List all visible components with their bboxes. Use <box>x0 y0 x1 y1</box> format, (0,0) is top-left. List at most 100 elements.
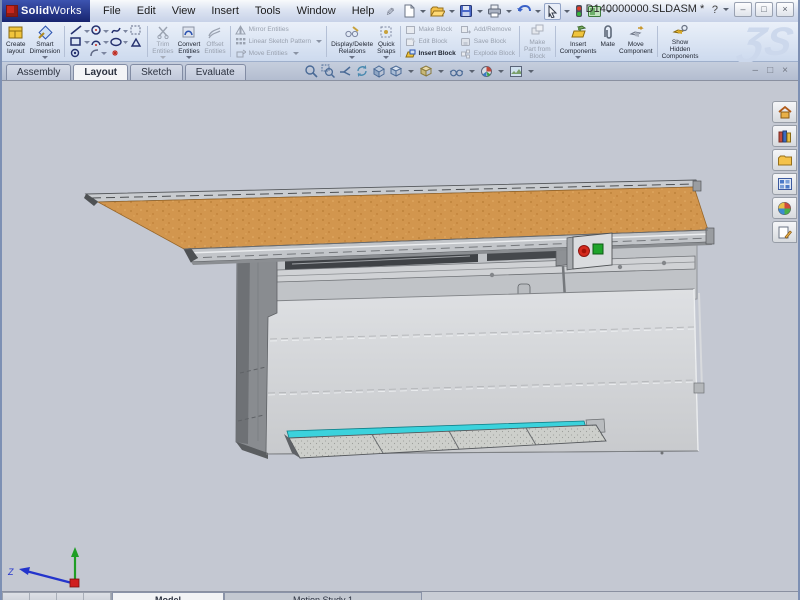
tab-motion-study-1[interactable]: Motion Study 1 <box>224 592 422 600</box>
document-window-controls: – □ × <box>753 65 788 77</box>
orientation-triad: Z <box>7 547 79 587</box>
insert-components-button[interactable]: Insert Components <box>558 23 599 60</box>
open-dropdown-caret[interactable] <box>449 10 455 13</box>
smart-dimension-button[interactable]: Smart Dimension <box>28 23 63 60</box>
offset-entities-button[interactable]: Offset Entities <box>202 23 227 60</box>
trim-entities-caret[interactable] <box>160 56 166 59</box>
start-button[interactable] <box>593 244 603 254</box>
edit-appearance-button[interactable] <box>480 65 493 78</box>
undo-button[interactable] <box>515 3 532 19</box>
move-entities-caret[interactable] <box>293 52 299 55</box>
tab-sketch[interactable]: Sketch <box>130 64 183 80</box>
open-button[interactable] <box>429 3 446 19</box>
tab-scroll-buttons[interactable] <box>2 592 112 600</box>
previous-view-button[interactable] <box>338 64 352 78</box>
menu-view[interactable]: View <box>165 3 203 19</box>
model-viewport-canvas[interactable]: Z <box>2 82 798 591</box>
undo-dropdown-caret[interactable] <box>535 10 541 13</box>
new-document-button[interactable] <box>401 3 417 19</box>
insert-block-icon <box>405 49 416 59</box>
move-component-button[interactable]: Move Component <box>617 23 655 60</box>
apply-scene-caret[interactable] <box>528 70 534 73</box>
show-hidden-components-button[interactable]: Show Hidden Components <box>660 23 701 60</box>
appearances-scenes-button[interactable] <box>772 197 797 219</box>
section-view-button[interactable] <box>372 64 386 78</box>
insert-components-caret[interactable] <box>575 56 581 59</box>
explode-block-icon <box>460 49 471 59</box>
mirror-entities-icon <box>235 25 246 35</box>
menu-pin-icon[interactable]: ✎ <box>383 6 396 15</box>
document-minimize-button[interactable]: – <box>753 65 759 77</box>
make-block-button[interactable]: Make Block <box>405 24 456 35</box>
linear-sketch-pattern-button[interactable]: Linear Sketch Pattern <box>235 36 323 47</box>
design-library-button[interactable] <box>772 125 797 147</box>
convert-entities-caret[interactable] <box>186 56 192 59</box>
explode-block-button[interactable]: Explode Block <box>460 48 515 59</box>
view-orientation-button[interactable] <box>389 64 403 78</box>
menu-tools[interactable]: Tools <box>248 3 288 19</box>
menu-edit[interactable]: Edit <box>130 3 163 19</box>
view-palette-button[interactable] <box>772 173 797 195</box>
control-box[interactable] <box>567 233 612 270</box>
section-view-icon <box>372 64 386 78</box>
menu-file[interactable]: File <box>96 3 128 19</box>
print-button[interactable] <box>486 3 503 19</box>
command-manager: Create layout Smart Dimension <box>2 22 798 62</box>
display-delete-relations-caret[interactable] <box>349 56 355 59</box>
document-restore-button[interactable]: □ <box>767 65 773 77</box>
help-dropdown-caret[interactable] <box>723 8 729 11</box>
convert-entities-button[interactable]: Convert Entities <box>176 23 203 60</box>
create-layout-button[interactable]: Create layout <box>4 23 28 60</box>
apply-scene-button[interactable] <box>509 65 523 78</box>
save-button[interactable] <box>458 3 474 19</box>
dassault-systemes-watermark: ƷS <box>737 24 796 60</box>
quick-snaps-caret[interactable] <box>383 56 389 59</box>
display-style-caret[interactable] <box>438 70 444 73</box>
smart-dimension-caret[interactable] <box>42 56 48 59</box>
trim-entities-button[interactable]: Trim Entities <box>150 23 175 60</box>
make-part-from-block-button[interactable]: Make Part from Block <box>522 23 553 60</box>
print-dropdown-caret[interactable] <box>506 10 512 13</box>
edit-block-button[interactable]: Edit Block <box>405 36 456 47</box>
minimize-button[interactable]: – <box>734 2 752 17</box>
make-part-from-block-label: Make Part from Block <box>524 39 551 60</box>
hide-show-items-caret[interactable] <box>469 70 475 73</box>
sketch-tools-cluster[interactable] <box>67 23 145 60</box>
tab-assembly[interactable]: Assembly <box>6 64 71 80</box>
display-delete-relations-icon <box>344 25 360 39</box>
hide-show-items-button[interactable] <box>449 65 464 78</box>
file-explorer-button[interactable] <box>772 149 797 171</box>
maximize-button[interactable]: □ <box>755 2 773 17</box>
edit-block-label: Edit Block <box>419 38 448 45</box>
move-entities-button[interactable]: Move Entities <box>235 48 323 59</box>
menu-window[interactable]: Window <box>290 3 343 19</box>
solidworks-resources-button[interactable] <box>772 101 797 123</box>
new-document-icon <box>402 4 416 18</box>
insert-block-button[interactable]: Insert Block <box>405 48 456 59</box>
rotate-view-button[interactable] <box>355 64 369 78</box>
custom-properties-button[interactable] <box>772 221 797 243</box>
menu-help[interactable]: Help <box>345 3 382 19</box>
quick-snaps-button[interactable]: Quick Snaps <box>375 23 397 60</box>
display-delete-relations-button[interactable]: Display/Delete Relations <box>329 23 375 60</box>
zoom-to-area-button[interactable] <box>321 64 335 78</box>
tab-evaluate[interactable]: Evaluate <box>185 64 246 80</box>
edit-appearance-caret[interactable] <box>498 70 504 73</box>
help-button[interactable]: ? <box>712 4 718 16</box>
mirror-entities-button[interactable]: Mirror Entities <box>235 24 323 35</box>
mate-button[interactable]: Mate <box>599 23 617 60</box>
tab-layout[interactable]: Layout <box>73 64 128 80</box>
zoom-to-fit-button[interactable] <box>304 64 318 78</box>
save-dropdown-caret[interactable] <box>477 10 483 13</box>
display-style-button[interactable] <box>419 64 433 78</box>
view-orientation-caret[interactable] <box>408 70 414 73</box>
graphics-area[interactable]: Z <box>2 82 798 591</box>
tab-model[interactable]: Model <box>112 592 224 600</box>
add-remove-button[interactable]: Add/Remove <box>460 24 515 35</box>
save-block-button[interactable]: Save Block <box>460 36 515 47</box>
close-button[interactable]: × <box>776 2 794 17</box>
linear-sketch-pattern-caret[interactable] <box>316 40 322 43</box>
new-dropdown-caret[interactable] <box>420 10 426 13</box>
menu-insert[interactable]: Insert <box>204 3 246 19</box>
document-close-button[interactable]: × <box>782 65 788 77</box>
